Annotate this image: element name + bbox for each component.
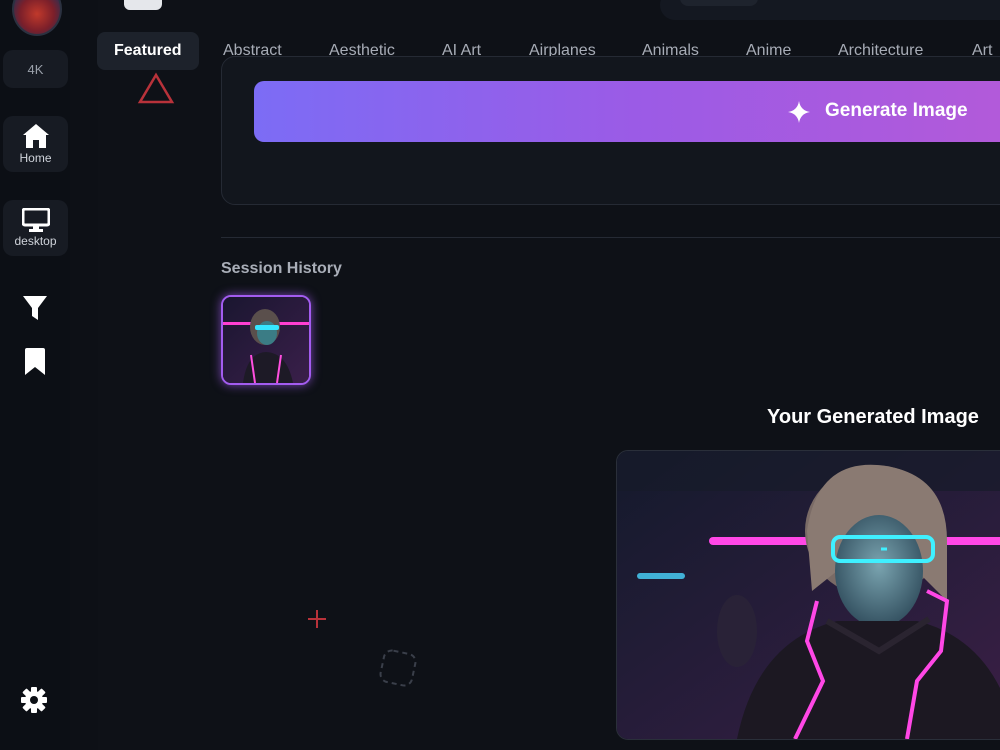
tab-featured[interactable]: Featured	[97, 32, 199, 70]
sparkle-icon	[788, 101, 810, 123]
dashed-square-decoration-icon	[379, 649, 417, 687]
gear-icon[interactable]	[20, 686, 48, 714]
left-sidebar: 4K Home desktop	[0, 0, 70, 750]
desktop-label: desktop	[14, 234, 57, 248]
plus-decoration-icon	[308, 610, 326, 628]
nav-home-button[interactable]: Home	[3, 116, 68, 172]
resolution-label: 4K	[27, 61, 44, 77]
warning-triangle-icon	[137, 72, 175, 104]
app-logo[interactable]	[124, 0, 162, 10]
home-icon	[22, 124, 49, 148]
generated-image-title: Your Generated Image	[767, 406, 979, 428]
history-thumbnail-image	[223, 297, 309, 383]
desktop-icon	[21, 208, 50, 232]
resolution-4k-button[interactable]: 4K	[3, 50, 68, 88]
section-divider	[221, 237, 1000, 238]
user-avatar[interactable]	[12, 0, 62, 36]
generate-image-label: Generate Image	[825, 100, 968, 121]
history-thumbnail[interactable]	[221, 295, 311, 385]
sidebar-gutter	[70, 0, 98, 750]
search-chip[interactable]	[680, 0, 758, 6]
nav-desktop-button[interactable]: desktop	[3, 200, 68, 256]
generated-image-artwork	[617, 451, 1000, 739]
generated-image[interactable]	[616, 450, 1000, 740]
session-history-title: Session History	[221, 260, 342, 277]
home-label: Home	[19, 151, 52, 165]
filter-icon[interactable]	[21, 294, 49, 322]
bookmark-icon[interactable]	[23, 348, 47, 376]
